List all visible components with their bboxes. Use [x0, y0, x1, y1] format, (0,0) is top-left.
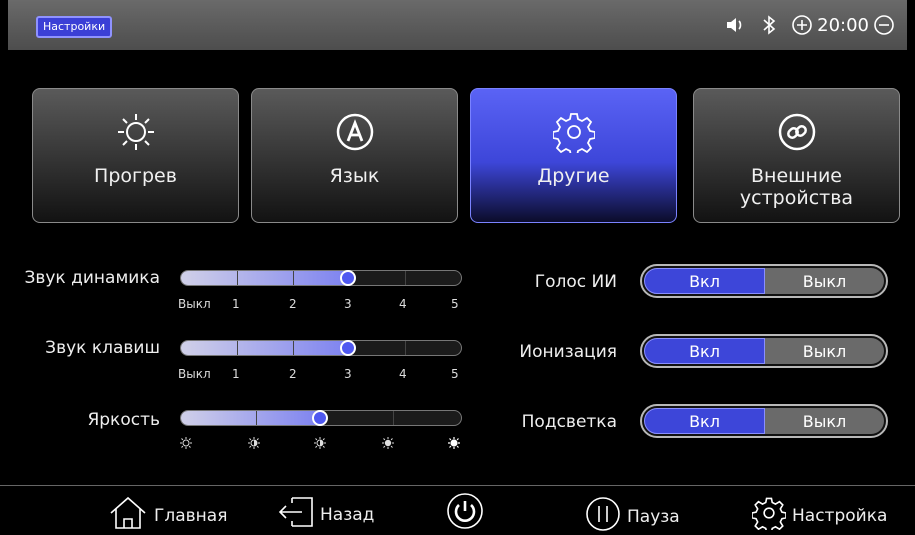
language-a-icon — [335, 109, 375, 155]
top-bar: Настройки 20:00 — [8, 0, 907, 50]
brightness-4-icon — [382, 434, 394, 453]
tab-label: Прогрев — [94, 165, 177, 187]
pause-icon — [585, 496, 621, 535]
speaker-volume-knob[interactable] — [340, 270, 356, 286]
power-icon — [446, 492, 484, 535]
settings-label: Настройка — [792, 505, 888, 526]
backlight-toggle[interactable]: Вкл Выкл — [640, 404, 888, 438]
tab-label: Язык — [329, 165, 380, 187]
speaker-volume-label: Звук динамика — [24, 268, 160, 288]
key-sound-slider[interactable] — [180, 340, 462, 356]
tab-label-line1: Внешние — [751, 165, 842, 187]
plus-circle-icon[interactable] — [791, 14, 813, 36]
slider-fill — [181, 341, 349, 355]
minus-circle-icon[interactable] — [873, 14, 895, 36]
brightness-5-icon — [448, 434, 460, 453]
scale-label: 3 — [344, 297, 352, 311]
clock: 20:00 — [817, 14, 869, 36]
scale-label: 4 — [399, 367, 407, 381]
toggle-on-button[interactable]: Вкл — [644, 268, 765, 294]
ionization-toggle[interactable]: Вкл Выкл — [640, 334, 888, 368]
speaker-icon[interactable] — [725, 15, 747, 35]
page-title: Настройки — [36, 16, 113, 38]
slider-tick — [405, 341, 406, 355]
speaker-volume-slider[interactable] — [180, 270, 462, 286]
tab-language[interactable]: Язык — [251, 88, 458, 223]
slider-tick — [405, 271, 406, 285]
key-sound-knob[interactable] — [340, 340, 356, 356]
back-button[interactable]: Назад — [278, 496, 374, 533]
brightness-3-icon — [314, 434, 326, 453]
gear-icon — [552, 109, 595, 155]
scale-label: 5 — [451, 367, 459, 381]
toggle-on-button[interactable]: Вкл — [644, 408, 765, 434]
category-tabs: Прогрев Язык Другие Внешние устройства — [32, 88, 900, 223]
brightness-1-icon — [180, 434, 192, 453]
toggle-off-button[interactable]: Выкл — [765, 408, 884, 434]
settings-button[interactable]: Настройка — [751, 496, 888, 535]
sun-icon — [114, 109, 158, 155]
bluetooth-icon — [761, 14, 777, 36]
ionization-label: Ионизация — [519, 342, 617, 362]
exit-icon — [278, 496, 314, 533]
ai-voice-toggle[interactable]: Вкл Выкл — [640, 264, 888, 298]
key-sound-label: Звук клавиш — [45, 338, 160, 358]
back-label: Назад — [320, 504, 375, 525]
brightness-knob[interactable] — [312, 410, 328, 426]
slider-tick — [237, 271, 238, 285]
tab-label-line2: устройства — [739, 187, 854, 209]
gear-icon — [751, 496, 787, 535]
toggle-off-button[interactable]: Выкл — [765, 268, 884, 294]
tab-label: Другие — [537, 165, 610, 187]
slider-fill — [181, 271, 349, 285]
tab-external-devices[interactable]: Внешние устройства — [693, 88, 900, 223]
time-control: 20:00 — [791, 14, 895, 36]
status-area: 20:00 — [725, 10, 895, 40]
scale-label: Выкл — [178, 367, 211, 381]
toggle-off-button[interactable]: Выкл — [765, 338, 884, 364]
pause-button[interactable]: Пауза — [585, 496, 680, 535]
home-icon — [108, 496, 148, 535]
scale-label: Выкл — [178, 297, 211, 311]
home-label: Главная — [154, 505, 228, 526]
ai-voice-label: Голос ИИ — [534, 272, 617, 292]
scale-label: 3 — [344, 367, 352, 381]
scale-label: 1 — [232, 367, 240, 381]
scale-label: 4 — [399, 297, 407, 311]
slider-fill — [181, 411, 321, 425]
tab-other[interactable]: Другие — [470, 88, 677, 223]
power-button[interactable] — [446, 492, 484, 535]
scale-label: 5 — [451, 297, 459, 311]
brightness-2-icon — [248, 434, 260, 453]
link-icon — [777, 109, 817, 155]
pause-label: Пауза — [627, 506, 680, 527]
slider-tick — [393, 411, 394, 425]
tab-warmup[interactable]: Прогрев — [32, 88, 239, 223]
scale-label: 2 — [289, 297, 297, 311]
slider-tick — [256, 411, 257, 425]
slider-tick — [293, 341, 294, 355]
scale-label: 2 — [289, 367, 297, 381]
backlight-label: Подсветка — [521, 412, 617, 432]
slider-tick — [237, 341, 238, 355]
bottom-bar: Главная Назад Пауза Настройка — [0, 485, 915, 535]
toggle-on-button[interactable]: Вкл — [644, 338, 765, 364]
brightness-label: Яркость — [87, 410, 160, 430]
scale-label: 1 — [232, 297, 240, 311]
slider-tick — [293, 271, 294, 285]
home-button[interactable]: Главная — [108, 496, 227, 535]
tab-label: Внешние устройства — [740, 165, 853, 209]
